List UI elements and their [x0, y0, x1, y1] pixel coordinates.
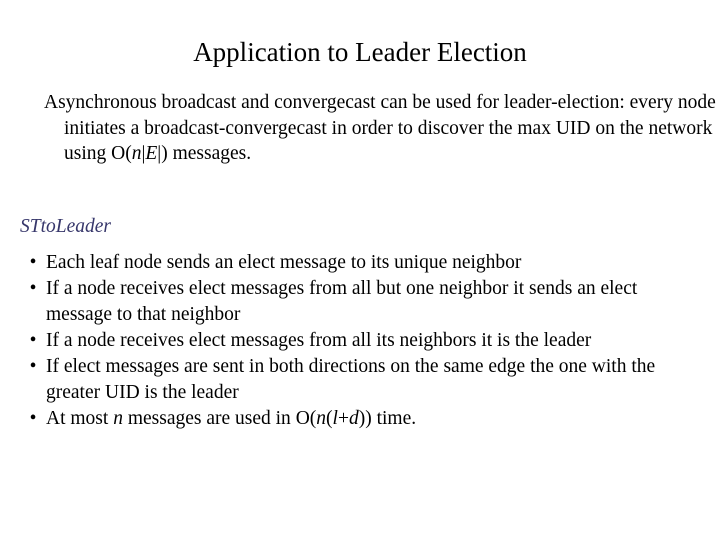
bullet-last-suffix: time. — [371, 408, 417, 429]
intro-paragraph-tail: messages. — [167, 143, 252, 164]
list-item-label: If elect messages are sent in both direc… — [46, 356, 656, 403]
time-complexity-plus: + — [337, 408, 349, 429]
time-complexity-open: O( — [295, 408, 317, 429]
bullet-icon: • — [29, 278, 37, 299]
list-item-label: If a node receives elect messages from a… — [46, 330, 592, 351]
bullet-icon: • — [29, 408, 37, 429]
complexity-var-E: E — [145, 143, 158, 164]
bullet-icon: • — [29, 330, 37, 351]
list-item-label: At most n messages are used in O(n(l+d))… — [46, 406, 706, 432]
list-item: • If a node receives elect messages from… — [20, 328, 706, 354]
bullet-last-middle: messages are used in — [122, 408, 296, 429]
bullet-last-var-n: n — [113, 408, 123, 429]
list-item: • If elect messages are sent in both dir… — [20, 354, 706, 406]
bullet-icon: • — [29, 356, 37, 377]
bullet-icon: • — [29, 252, 37, 273]
complexity-open: O( — [111, 143, 132, 164]
list-item-label: If a node receives elect messages from a… — [46, 278, 638, 325]
list-item: • Each leaf node sends an elect message … — [20, 250, 706, 276]
list-item: • At most n messages are used in O(n(l+d… — [20, 406, 706, 432]
list-item: • If a node receives elect messages from… — [20, 276, 706, 328]
time-complexity-var-n: n — [316, 408, 327, 429]
list-item-label: Each leaf node sends an elect message to… — [46, 252, 522, 273]
page-title: Application to Leader Election — [193, 37, 527, 67]
slide-canvas: Application to Leader Election Asynchron… — [0, 0, 720, 540]
section-heading: STtoLeader — [20, 216, 112, 237]
bullet-last-prefix: At most — [46, 408, 114, 429]
time-complexity-var-d: d — [348, 408, 359, 429]
bullet-list: • Each leaf node sends an elect message … — [20, 250, 706, 432]
complexity-var-n: n — [131, 143, 142, 164]
intro-paragraph: Asynchronous broadcast and convergecast … — [20, 90, 720, 167]
